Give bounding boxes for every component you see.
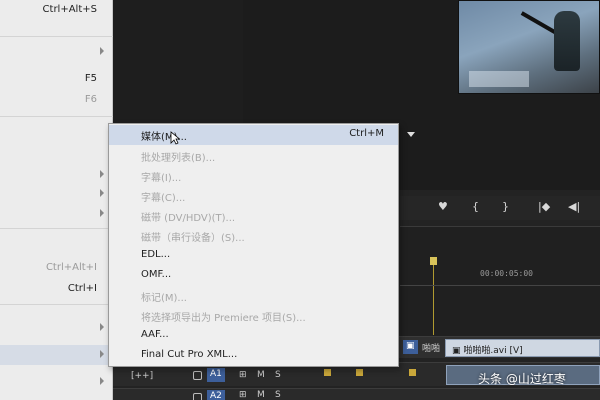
solo-button[interactable]: S	[275, 390, 281, 400]
submenu-item-batch-list: 批处理列表(B)...	[109, 146, 398, 166]
dropdown-arrow-icon[interactable]	[407, 132, 415, 137]
transport-controls: ♥ { } |◆ ◀|	[400, 196, 600, 220]
film-icon: ▣	[452, 346, 464, 356]
submenu-item-title: 字幕(I)...	[109, 166, 398, 186]
mark-in-button[interactable]: {	[472, 200, 479, 213]
parent-menu-item-submenu-2[interactable]	[0, 165, 113, 185]
menu-item-label: 将选择项导出为 Premiere 项目(S)...	[141, 313, 306, 324]
menu-item-label: 磁带（串行设备）(S)...	[141, 233, 245, 244]
video-preview	[458, 0, 600, 94]
clip-marker	[409, 369, 416, 376]
export-submenu: 媒体(M)... Ctrl+M 批处理列表(B)... 字幕(I)... 字幕(…	[108, 123, 399, 367]
submenu-item-edl[interactable]: EDL...	[109, 246, 398, 266]
menu-item-label: 媒体(M)...	[141, 132, 187, 143]
chevron-right-icon	[100, 170, 104, 178]
menu-separator	[0, 228, 113, 229]
menu-item-label: 批处理列表(B)...	[141, 153, 216, 164]
audio-track-row-a2: A2 ⊞ M S	[113, 388, 600, 400]
add-track-button[interactable]: [++]	[131, 371, 153, 381]
timecode-label: 00:00:05:00	[480, 269, 533, 278]
shortcut-label: F5	[84, 73, 97, 84]
chevron-right-icon	[100, 189, 104, 197]
menu-separator	[0, 36, 113, 37]
shortcut-label: Ctrl+Alt+S	[42, 4, 97, 15]
menu-item-label: OMF...	[141, 269, 172, 280]
parent-menu-item-f5[interactable]: F5	[0, 69, 113, 89]
shortcut-label: Ctrl+I	[67, 283, 97, 294]
playhead-line	[433, 265, 434, 335]
step-back-button[interactable]: ◀|	[568, 200, 580, 213]
ruler-line	[400, 285, 600, 286]
parent-menu-item-export[interactable]	[0, 345, 113, 365]
submenu-item-markers: 标记(M)...	[109, 286, 398, 306]
menu-item-label: 字幕(C)...	[141, 193, 186, 204]
shortcut-label: Ctrl+M	[349, 128, 384, 139]
clip-name: 啪啪啪.avi [V]	[463, 346, 523, 356]
menu-separator	[0, 304, 113, 305]
submenu-item-aaf[interactable]: AAF...	[109, 326, 398, 346]
lock-icon[interactable]	[193, 371, 202, 380]
track-target-badge[interactable]: ▣	[403, 340, 418, 354]
menu-item-label: Final Cut Pro XML...	[141, 349, 238, 360]
track-a1-badge[interactable]: A1	[207, 368, 225, 382]
parent-menu-item-submenu-6[interactable]	[0, 372, 113, 392]
track-label: 啪啪	[422, 344, 441, 354]
parent-menu-item-submenu-5[interactable]	[0, 318, 113, 338]
chevron-right-icon	[100, 323, 104, 331]
sync-lock-icon[interactable]: ⊞	[239, 390, 247, 400]
playhead-icon[interactable]	[430, 257, 437, 265]
menu-item-label: 标记(M)...	[141, 293, 187, 304]
chevron-right-icon	[100, 209, 104, 217]
sync-lock-icon[interactable]: ⊞	[239, 370, 247, 380]
watermark: 头条 @山过红枣	[478, 372, 566, 386]
video-preview-figure	[554, 11, 580, 71]
add-marker-button[interactable]: ♥	[438, 200, 448, 213]
mouse-cursor-icon	[170, 131, 180, 145]
track-a2-badge[interactable]: A2	[207, 390, 225, 400]
lock-icon[interactable]	[193, 393, 202, 400]
menu-item-label: EDL...	[141, 249, 171, 260]
timeline-ruler[interactable]: 00:00:05:00	[400, 226, 600, 336]
parent-menu-item-f6: F6	[0, 90, 113, 110]
submenu-item-tape-serial: 磁带（串行设备）(S)...	[109, 226, 398, 246]
parent-menu-item-submenu-4[interactable]	[0, 204, 113, 224]
submenu-item-export-selection: 将选择项导出为 Premiere 项目(S)...	[109, 306, 398, 326]
mark-out-button[interactable]: }	[502, 200, 509, 213]
parent-menu-item-export-frame[interactable]: Ctrl+Alt+S	[0, 0, 113, 20]
menu-item-label: AAF...	[141, 329, 169, 340]
mute-button[interactable]: M	[257, 390, 265, 400]
shortcut-label: F6	[84, 94, 97, 105]
submenu-item-fcp-xml[interactable]: Final Cut Pro XML...	[109, 346, 398, 366]
chevron-right-icon	[100, 350, 104, 358]
parent-menu-item-ctrl-alt-i: Ctrl+Alt+I	[0, 258, 113, 278]
menu-item-label: 磁带 (DV/HDV)(T)...	[141, 213, 236, 224]
menu-separator	[0, 116, 113, 117]
clip-marker	[356, 369, 363, 376]
shortcut-label: Ctrl+Alt+I	[45, 262, 97, 273]
video-clip[interactable]: ▣ 啪啪啪.avi [V]	[445, 339, 600, 357]
menu-item-label: 字幕(I)...	[141, 173, 182, 184]
video-preview-detail	[520, 11, 558, 35]
go-to-in-button[interactable]: |◆	[538, 200, 550, 213]
parent-menu-item-ctrl-i[interactable]: Ctrl+I	[0, 279, 113, 299]
submenu-item-omf[interactable]: OMF...	[109, 266, 398, 286]
clip-marker	[324, 369, 331, 376]
chevron-right-icon	[100, 47, 104, 55]
chevron-right-icon	[100, 377, 104, 385]
submenu-item-tape-dv: 磁带 (DV/HDV)(T)...	[109, 206, 398, 226]
submenu-item-captions: 字幕(C)...	[109, 186, 398, 206]
submenu-item-media[interactable]: 媒体(M)... Ctrl+M	[109, 125, 398, 145]
parent-menu: Ctrl+Alt+S F5 F6 Ctrl+Alt+I Ctrl+I	[0, 0, 113, 400]
parent-menu-item-submenu-3[interactable]	[0, 184, 113, 204]
parent-menu-item-submenu-1[interactable]	[0, 42, 113, 62]
video-preview-detail	[469, 71, 529, 87]
mute-button[interactable]: M	[257, 370, 265, 380]
solo-button[interactable]: S	[275, 370, 281, 380]
